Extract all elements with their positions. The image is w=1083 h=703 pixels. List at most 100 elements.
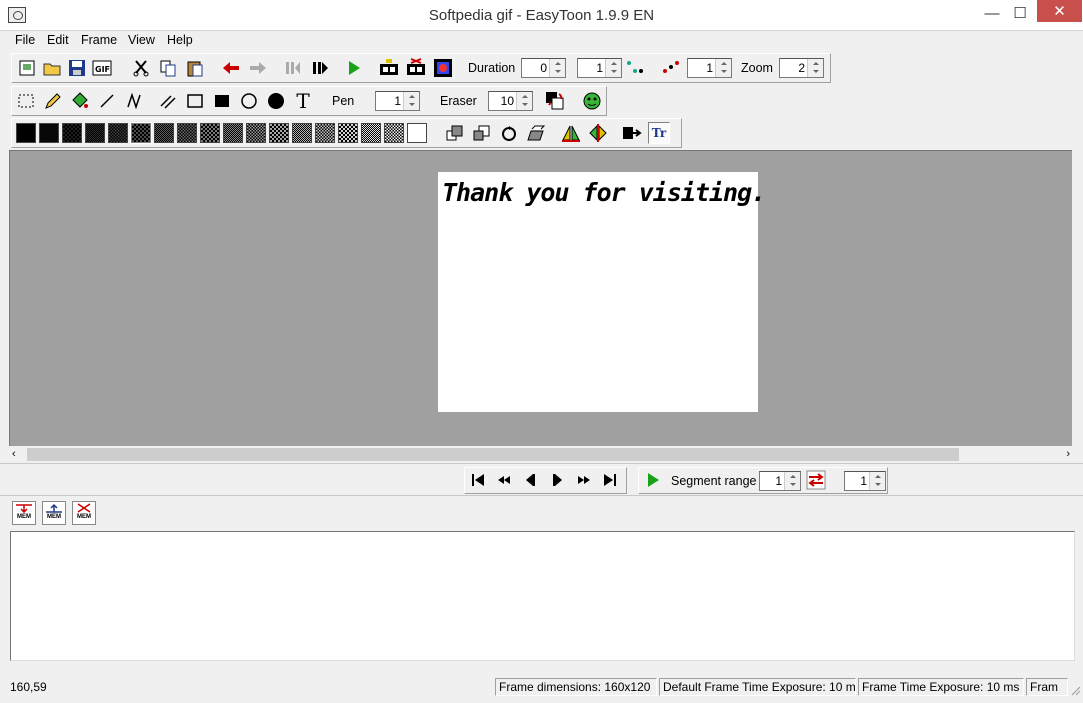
- frame-notes-area[interactable]: [10, 531, 1075, 661]
- menu-edit[interactable]: Edit: [47, 33, 69, 47]
- filled-ellipse-tool[interactable]: [265, 90, 287, 112]
- pen-spin-arrows[interactable]: [403, 92, 419, 110]
- zoom-spin-arrows[interactable]: [807, 59, 823, 77]
- onion-skin-forward-spinner[interactable]: 1: [687, 58, 732, 78]
- frame-properties-button[interactable]: [432, 57, 454, 79]
- step-back-button[interactable]: [519, 469, 541, 491]
- fast-forward-button[interactable]: [573, 469, 595, 491]
- onion-skin-back-button[interactable]: [624, 57, 646, 79]
- pattern-swatch[interactable]: [200, 123, 220, 143]
- flip-vertical-button[interactable]: [587, 122, 609, 144]
- polyline-icon: [127, 92, 141, 110]
- first-frame-button[interactable]: [467, 469, 489, 491]
- pattern-swatch[interactable]: [130, 122, 152, 144]
- previous-frame-button[interactable]: [282, 57, 304, 79]
- last-frame-button[interactable]: [599, 469, 621, 491]
- copy-button[interactable]: [157, 57, 179, 79]
- pattern-swatch[interactable]: [39, 123, 59, 143]
- swap-colors-button[interactable]: [544, 90, 566, 112]
- play-segment-button[interactable]: [642, 469, 664, 491]
- move-back-button[interactable]: [444, 122, 466, 144]
- frame-canvas[interactable]: Thank you for visiting.: [438, 172, 766, 412]
- onion-skin-forward-button[interactable]: [660, 57, 682, 79]
- insert-frame-button[interactable]: [378, 57, 400, 79]
- new-animation-button[interactable]: [16, 57, 38, 79]
- rectangle-tool[interactable]: [184, 90, 206, 112]
- memory-recall-button[interactable]: MEM: [42, 501, 66, 525]
- skew-button[interactable]: [525, 122, 547, 144]
- resize-grip-icon[interactable]: [1069, 684, 1081, 696]
- menu-file[interactable]: File: [15, 33, 35, 47]
- pattern-swatch[interactable]: [62, 123, 82, 143]
- transparent-text-toggle[interactable]: Tr: [648, 122, 670, 144]
- loop-segment-button[interactable]: [805, 469, 827, 491]
- menu-frame[interactable]: Frame: [81, 33, 117, 47]
- segment-start-spin-arrows[interactable]: [784, 472, 800, 490]
- eraser-spin-arrows[interactable]: [516, 92, 532, 110]
- pattern-swatch[interactable]: [269, 123, 289, 143]
- save-button[interactable]: [66, 57, 88, 79]
- cut-button[interactable]: [130, 57, 152, 79]
- pattern-swatch[interactable]: [108, 123, 128, 143]
- pattern-swatch[interactable]: [384, 123, 404, 143]
- minimize-button[interactable]: —: [977, 0, 1007, 26]
- rewind-button[interactable]: [493, 469, 515, 491]
- segment-end-spin-arrows[interactable]: [869, 472, 885, 490]
- flip-horizontal-button[interactable]: [560, 122, 582, 144]
- delete-frame-button[interactable]: [405, 57, 427, 79]
- pattern-swatch[interactable]: [177, 123, 197, 143]
- export-gif-button[interactable]: GIF: [91, 57, 113, 79]
- scrollbar-thumb[interactable]: [27, 448, 959, 461]
- next-frame-button[interactable]: [309, 57, 331, 79]
- line-tool[interactable]: [96, 90, 118, 112]
- zoom-spinner[interactable]: 2: [779, 58, 824, 78]
- canvas-area[interactable]: Thank you for visiting.: [9, 150, 1072, 446]
- pattern-swatch[interactable]: [407, 123, 427, 143]
- pattern-swatch[interactable]: [361, 123, 381, 143]
- duration-spinner[interactable]: 0: [521, 58, 566, 78]
- close-button[interactable]: ✕: [1037, 0, 1082, 22]
- pen-size-spinner[interactable]: 1: [375, 91, 420, 111]
- parallel-lines-tool[interactable]: [157, 90, 179, 112]
- pattern-swatch[interactable]: [246, 123, 266, 143]
- play-button[interactable]: [343, 57, 365, 79]
- select-tool[interactable]: [15, 90, 37, 112]
- filled-rectangle-tool[interactable]: [211, 90, 233, 112]
- text-tool[interactable]: T: [292, 89, 314, 113]
- redo-button[interactable]: [247, 57, 269, 79]
- segment-start-spinner[interactable]: 1: [759, 471, 801, 491]
- pattern-swatch[interactable]: [338, 123, 358, 143]
- fill-tool[interactable]: [69, 90, 91, 112]
- onion-skin-back-spinner[interactable]: 1: [577, 58, 622, 78]
- duration-spin-arrows[interactable]: [549, 59, 565, 77]
- undo-button[interactable]: [220, 57, 242, 79]
- ellipse-tool[interactable]: [238, 90, 260, 112]
- onion-back-spin-arrows[interactable]: [605, 59, 621, 77]
- menu-view[interactable]: View: [128, 33, 155, 47]
- polyline-tool[interactable]: [123, 90, 145, 112]
- pattern-swatch[interactable]: [85, 123, 105, 143]
- pencil-tool[interactable]: [42, 90, 64, 112]
- segment-end-spinner[interactable]: 1: [844, 471, 886, 491]
- pattern-swatch[interactable]: [154, 123, 174, 143]
- step-forward-button[interactable]: [547, 469, 569, 491]
- onion-forward-spin-arrows[interactable]: [715, 59, 731, 77]
- pattern-swatch[interactable]: [315, 123, 335, 143]
- eraser-size-spinner[interactable]: 10: [488, 91, 533, 111]
- memory-clear-button[interactable]: MEM: [72, 501, 96, 525]
- scroll-left-icon[interactable]: ‹: [12, 448, 16, 460]
- open-button[interactable]: [41, 57, 63, 79]
- scroll-right-icon[interactable]: ›: [1066, 448, 1070, 460]
- rotate-button[interactable]: [498, 122, 520, 144]
- pattern-swatch[interactable]: [292, 123, 312, 143]
- menu-help[interactable]: Help: [167, 33, 193, 47]
- transfer-button[interactable]: [621, 122, 643, 144]
- paste-button[interactable]: [184, 57, 206, 79]
- pattern-swatch[interactable]: [223, 123, 243, 143]
- character-button[interactable]: [581, 90, 603, 112]
- move-front-button[interactable]: [471, 122, 493, 144]
- pattern-swatch[interactable]: [16, 123, 36, 143]
- maximize-button[interactable]: ☐: [1005, 0, 1035, 26]
- memory-store-button[interactable]: MEM: [12, 501, 36, 525]
- horizontal-scrollbar[interactable]: ‹ ›: [9, 446, 1074, 463]
